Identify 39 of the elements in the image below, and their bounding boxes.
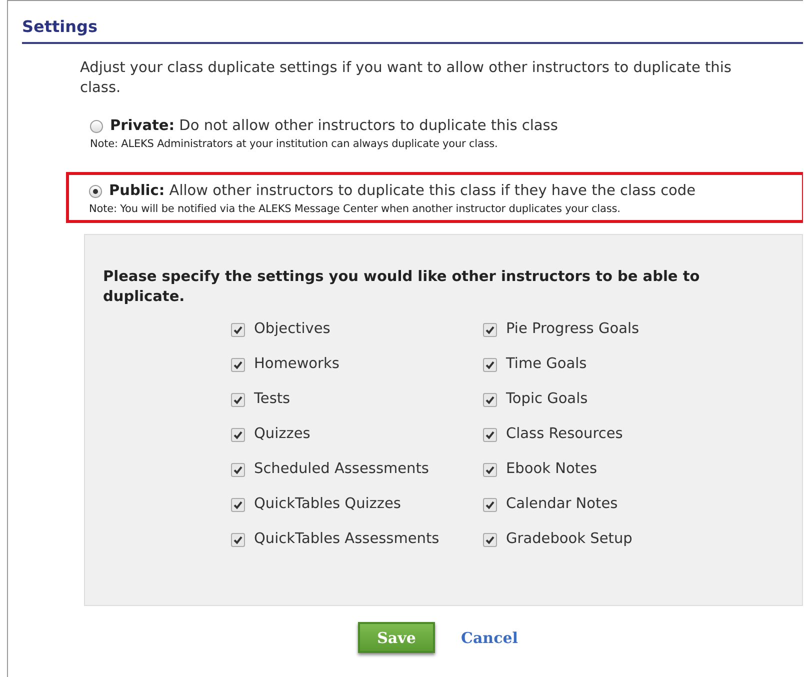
checkbox[interactable] — [483, 533, 497, 547]
checkbox-label: QuickTables Assessments — [254, 531, 440, 547]
checkbox-label: Pie Progress Goals — [506, 321, 640, 337]
checkbox[interactable] — [483, 393, 497, 407]
option-label: Public: Allow other instructors to duplicate this class if they have the class code — [109, 183, 696, 199]
checkbox[interactable] — [483, 463, 497, 477]
save-button[interactable]: Save — [358, 622, 435, 653]
option-label: Private: Do not allow other instructors to duplicate this class — [110, 118, 558, 134]
checkbox-label: Objectives — [254, 321, 330, 337]
checkbox-label: Scheduled Assessments — [254, 461, 429, 477]
checkbox[interactable] — [231, 393, 245, 407]
checkbox[interactable] — [231, 533, 245, 547]
checkbox-label: QuickTables Quizzes — [254, 496, 401, 512]
checkbox[interactable] — [231, 323, 245, 337]
cancel-link[interactable]: Cancel — [461, 628, 518, 646]
checkbox[interactable] — [231, 358, 245, 372]
option-note: Note: You will be notified via the ALEKS Message Center when another instructor duplicates your class. — [89, 203, 622, 215]
checkbox[interactable] — [231, 463, 245, 477]
checkbox[interactable] — [483, 428, 497, 442]
checkbox[interactable] — [483, 323, 497, 337]
section-title: Settings — [22, 17, 99, 36]
checkbox-label: Homeworks — [254, 356, 340, 372]
checkbox[interactable] — [483, 358, 497, 372]
intro-text: Adjust your class duplicate settings if you want to allow other instructors to duplicate this class. — [80, 59, 732, 98]
checkbox-label: Topic Goals — [506, 391, 588, 407]
checkbox[interactable] — [483, 498, 497, 512]
checkbox-label: Quizzes — [254, 426, 310, 442]
checkbox[interactable] — [231, 498, 245, 512]
checkbox-label: Tests — [254, 391, 290, 407]
checkbox-label: Time Goals — [506, 356, 587, 372]
option-note: Note: ALEKS Administrators at your institution can always duplicate your class. — [90, 138, 499, 150]
checkbox-label: Class Resources — [506, 426, 623, 442]
checkbox[interactable] — [231, 428, 245, 442]
checkbox-label: Calendar Notes — [506, 496, 618, 512]
radio-button[interactable] — [90, 120, 103, 132]
radio-button[interactable] — [89, 184, 102, 198]
checkbox-label: Ebook Notes — [506, 461, 597, 477]
panel-heading: Please specify the settings you would like other instructors to be able to duplicate. — [103, 268, 701, 307]
checkbox-label: Gradebook Setup — [506, 531, 632, 547]
